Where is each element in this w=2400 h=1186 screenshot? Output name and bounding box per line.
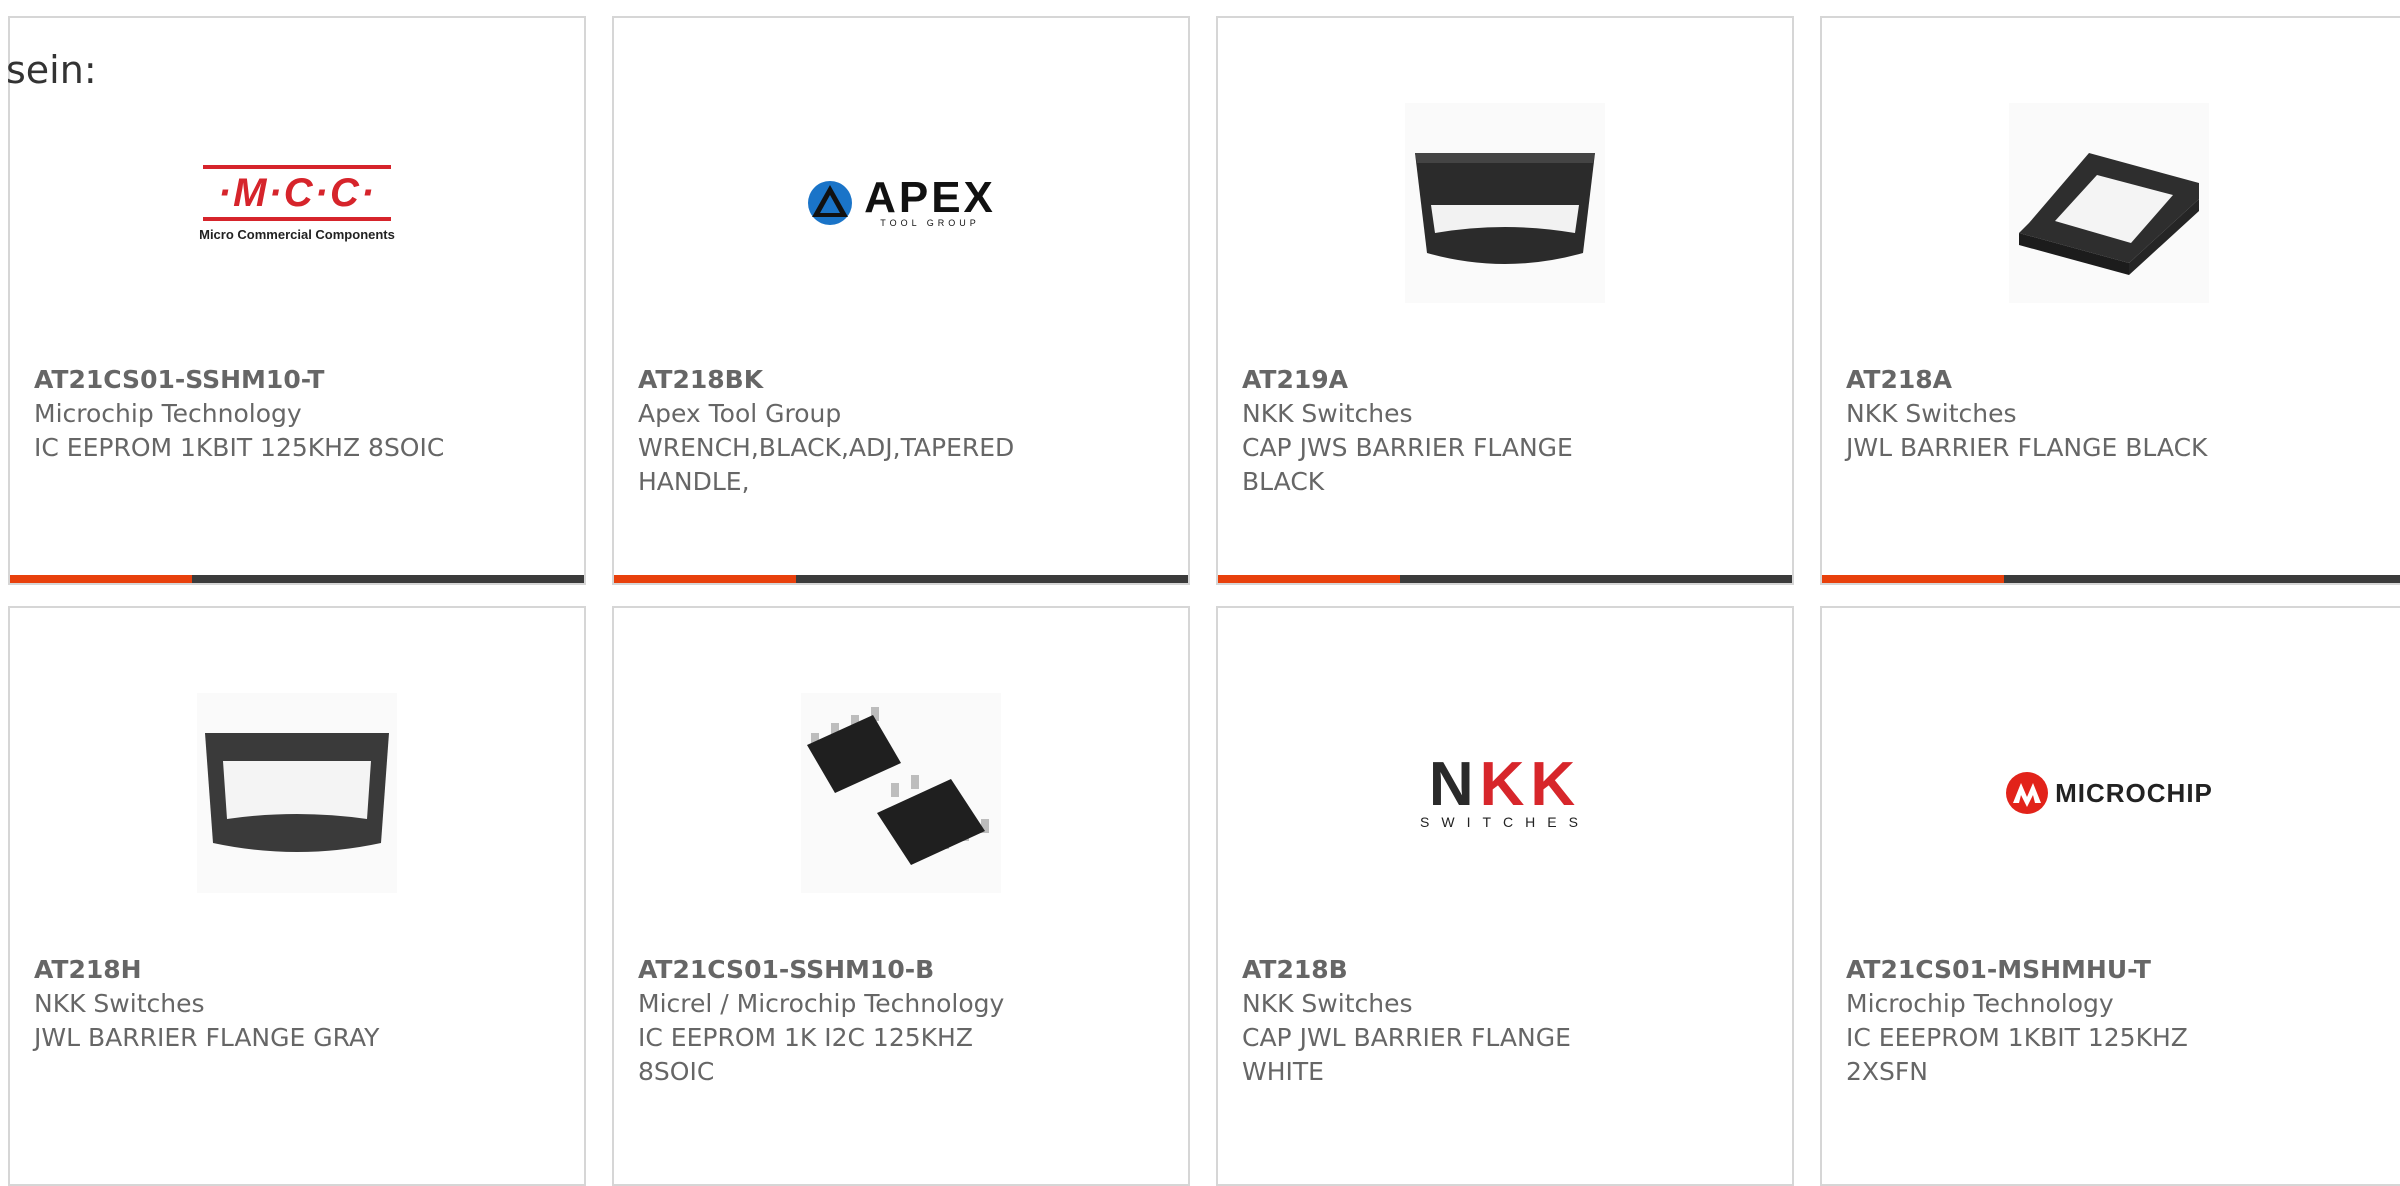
- card-footer-bar: [10, 575, 584, 583]
- manufacturer: NKK Switches: [1242, 989, 1413, 1018]
- card-accent: [1822, 575, 2004, 583]
- product-image[interactable]: [1822, 78, 2396, 328]
- product-image[interactable]: ·M·C·C· Micro Commercial Components: [10, 78, 584, 328]
- product-image[interactable]: [1218, 78, 1792, 328]
- part-number[interactable]: AT218A: [1846, 363, 2388, 397]
- card-accent: [1218, 575, 1400, 583]
- product-image[interactable]: NKK SWITCHES: [1218, 668, 1792, 918]
- product-image[interactable]: [614, 668, 1188, 918]
- apex-triangle-icon: [808, 181, 853, 225]
- description: IC EEEPROM 1KBIT 125KHZ 2XSFN: [1846, 1023, 2188, 1086]
- card-footer-bar: [1218, 575, 1792, 583]
- product-card[interactable]: ·M·C·C· Micro Commercial Components AT21…: [8, 16, 586, 585]
- product-card[interactable]: AT218A NKK Switches JWL BARRIER FLANGE B…: [1820, 16, 2400, 585]
- manufacturer: Microchip Technology: [1846, 989, 2114, 1018]
- part-number[interactable]: AT21CS01-MSHMHU-T: [1846, 953, 2388, 987]
- nkk-logo-subtext: SWITCHES: [1420, 814, 1590, 830]
- manufacturer: NKK Switches: [1846, 399, 2017, 428]
- barrier-flange-front-photo: [1405, 103, 1605, 303]
- microchip-logo-text: MICROCHIP: [2055, 777, 2213, 808]
- description: CAP JWS BARRIER FLANGE BLACK: [1242, 433, 1573, 496]
- product-card[interactable]: APEX TOOL GROUP AT218BK Apex Tool Group …: [612, 16, 1190, 585]
- description: JWL BARRIER FLANGE GRAY: [34, 1023, 380, 1052]
- intro-text: sein:: [6, 48, 97, 92]
- part-number[interactable]: AT219A: [1242, 363, 1772, 397]
- part-number[interactable]: AT21CS01-SSHM10-T: [34, 363, 564, 397]
- product-image[interactable]: [10, 668, 584, 918]
- mcc-logo-subtext: Micro Commercial Components: [199, 226, 395, 242]
- product-card[interactable]: AT219A NKK Switches CAP JWS BARRIER FLAN…: [1216, 16, 1794, 585]
- manufacturer: NKK Switches: [34, 989, 205, 1018]
- product-image[interactable]: MICROCHIP: [1822, 668, 2396, 918]
- description: IC EEPROM 1KBIT 125KHZ 8SOIC: [34, 433, 445, 462]
- nkk-logo: NKK SWITCHES: [1420, 754, 1590, 831]
- manufacturer: Apex Tool Group: [638, 399, 842, 428]
- barrier-flange-angled-photo: [2009, 103, 2209, 303]
- part-number[interactable]: AT218H: [34, 953, 564, 987]
- manufacturer: Microchip Technology: [34, 399, 302, 428]
- description: WRENCH,BLACK,ADJ,TAPERED HANDLE,: [638, 433, 1015, 496]
- part-number[interactable]: AT21CS01-SSHM10-B: [638, 953, 1168, 987]
- card-footer-bar: [1822, 575, 2400, 583]
- part-number[interactable]: AT218BK: [638, 363, 1168, 397]
- barrier-flange-gray-photo: [197, 693, 397, 893]
- card-footer-bar: [614, 575, 1188, 583]
- apex-logo-text: APEX: [864, 173, 996, 222]
- product-card[interactable]: MICROCHIP AT21CS01-MSHMHU-T Microchip Te…: [1820, 606, 2400, 1186]
- apex-logo-subtext: TOOL GROUP: [880, 218, 980, 228]
- product-card[interactable]: AT21CS01-SSHM10-B Micrel / Microchip Tec…: [612, 606, 1190, 1186]
- part-number[interactable]: AT218B: [1242, 953, 1772, 987]
- description: JWL BARRIER FLANGE BLACK: [1846, 433, 2208, 462]
- nkk-logo-text: NKK: [1428, 750, 1582, 819]
- microchip-mark-icon: [2006, 772, 2049, 814]
- apex-logo: APEX TOOL GROUP: [806, 173, 996, 228]
- product-image[interactable]: APEX TOOL GROUP: [614, 78, 1188, 328]
- product-card[interactable]: NKK SWITCHES AT218B NKK Switches CAP JWL…: [1216, 606, 1794, 1186]
- description: IC EEPROM 1K I2C 125KHZ 8SOIC: [638, 1023, 973, 1086]
- card-accent: [614, 575, 796, 583]
- manufacturer: Micrel / Microchip Technology: [638, 989, 1005, 1018]
- product-grid: ·M·C·C· Micro Commercial Components AT21…: [0, 0, 2400, 1186]
- description: CAP JWL BARRIER FLANGE WHITE: [1242, 1023, 1571, 1086]
- mcc-logo-text: ·M·C·C·: [217, 170, 377, 215]
- microchip-logo: MICROCHIP: [2005, 771, 2213, 815]
- soic-chip-photo: [801, 693, 1001, 893]
- manufacturer: NKK Switches: [1242, 399, 1413, 428]
- mcc-logo: ·M·C·C· Micro Commercial Components: [197, 164, 397, 242]
- product-card[interactable]: AT218H NKK Switches JWL BARRIER FLANGE G…: [8, 606, 586, 1186]
- card-accent: [10, 575, 192, 583]
